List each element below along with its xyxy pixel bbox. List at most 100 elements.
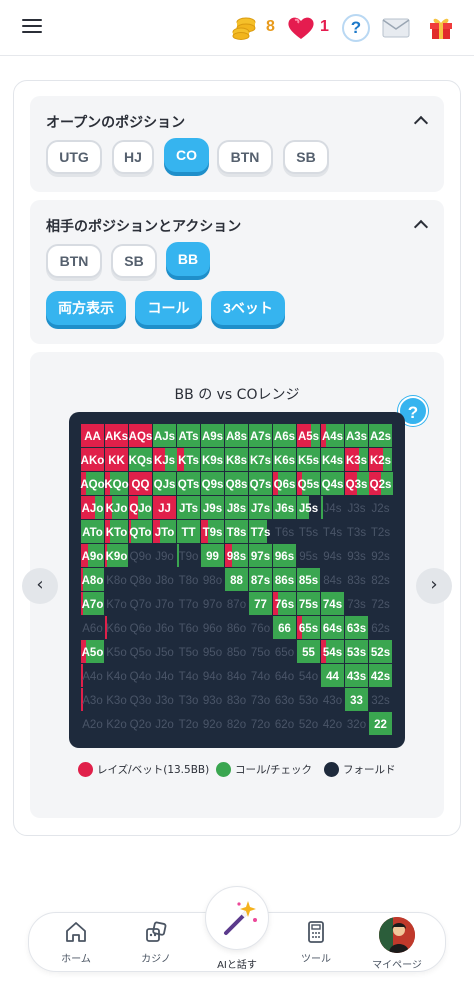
hand-cell-J8o[interactable]: J8o xyxy=(155,575,174,587)
call-button[interactable]: コール xyxy=(135,291,202,325)
hand-cell-T3s[interactable]: T3s xyxy=(347,527,366,539)
hand-cell-53s[interactable]: 53s xyxy=(345,640,368,663)
hand-cell-T6o[interactable]: T6o xyxy=(179,623,199,635)
hand-cell-94o[interactable]: 94o xyxy=(203,671,222,683)
hamburger-menu-icon[interactable] xyxy=(22,18,42,34)
hand-cell-T8s[interactable]: T8s xyxy=(225,520,248,543)
hand-cell-AQo[interactable]: AQo xyxy=(80,472,105,495)
hand-cell-J8s[interactable]: J8s xyxy=(225,496,248,519)
hand-cell-QQ[interactable]: QQ xyxy=(129,472,152,495)
position-hj-button[interactable]: HJ xyxy=(112,140,154,174)
hand-cell-K5s[interactable]: K5s xyxy=(297,448,320,471)
hand-cell-JTs[interactable]: JTs xyxy=(177,496,200,519)
hand-cell-A5s[interactable]: A5s xyxy=(297,424,320,447)
hand-cell-T9o[interactable]: T9o xyxy=(177,544,198,567)
hand-cell-98o[interactable]: 98o xyxy=(203,575,222,587)
opponent-sb-button[interactable]: SB xyxy=(111,244,157,278)
hand-cell-82s[interactable]: 82s xyxy=(371,575,390,587)
nav-mypage[interactable]: マイページ xyxy=(367,956,427,971)
hand-cell-73s[interactable]: 73s xyxy=(347,599,366,611)
hand-cell-72s[interactable]: 72s xyxy=(371,599,390,611)
hand-cell-Q8o[interactable]: Q8o xyxy=(130,575,152,587)
hand-cell-84s[interactable]: 84s xyxy=(323,575,342,587)
hand-cell-K8o[interactable]: K8o xyxy=(106,575,126,587)
hand-cell-Q7s[interactable]: Q7s xyxy=(249,472,272,495)
hand-cell-A9s[interactable]: A9s xyxy=(201,424,224,447)
hand-cell-55[interactable]: 55 xyxy=(297,640,320,663)
hand-cell-A8s[interactable]: A8s xyxy=(225,424,248,447)
hand-cell-86o[interactable]: 86o xyxy=(227,623,246,635)
hand-cell-K2o[interactable]: K2o xyxy=(106,719,126,731)
hand-cell-95o[interactable]: 95o xyxy=(203,647,222,659)
hand-cell-77[interactable]: 77 xyxy=(249,592,272,615)
hand-cell-Q2o[interactable]: Q2o xyxy=(130,719,152,731)
opponent-bb-button[interactable]: BB xyxy=(166,242,210,276)
hand-cell-K5o[interactable]: K5o xyxy=(106,647,126,659)
hand-cell-J5s[interactable]: J5s xyxy=(297,496,318,519)
three-bet-button[interactable]: 3ベット xyxy=(211,291,285,325)
hand-cell-J5o[interactable]: J5o xyxy=(155,647,174,659)
hand-cell-86s[interactable]: 86s xyxy=(273,568,296,591)
hand-cell-KK[interactable]: KK xyxy=(105,448,128,471)
hand-cell-88[interactable]: 88 xyxy=(225,568,248,591)
hand-cell-A4s[interactable]: A4s xyxy=(321,424,344,447)
hand-cell-53o[interactable]: 53o xyxy=(299,695,318,707)
hand-cell-87o[interactable]: 87o xyxy=(227,599,246,611)
hand-cell-99[interactable]: 99 xyxy=(201,544,224,567)
hand-cell-66[interactable]: 66 xyxy=(273,616,296,639)
hand-cell-T9s[interactable]: T9s xyxy=(201,520,224,543)
hand-cell-87s[interactable]: 87s xyxy=(249,568,272,591)
hand-cell-92s[interactable]: 92s xyxy=(371,551,390,563)
hand-cell-J9s[interactable]: J9s xyxy=(201,496,224,519)
hand-cell-62s[interactable]: 62s xyxy=(371,623,390,635)
hand-cell-J3s[interactable]: J3s xyxy=(348,503,366,515)
hand-cell-83s[interactable]: 83s xyxy=(347,575,366,587)
hand-cell-75o[interactable]: 75o xyxy=(251,647,270,659)
hand-cell-93s[interactable]: 93s xyxy=(347,551,366,563)
hand-cell-ATo[interactable]: ATo xyxy=(81,520,104,543)
hand-cell-Q4o[interactable]: Q4o xyxy=(130,671,152,683)
hand-cell-AA[interactable]: AA xyxy=(81,424,104,447)
hand-cell-Q3o[interactable]: Q3o xyxy=(130,695,152,707)
hand-cell-65s[interactable]: 65s xyxy=(297,616,320,639)
hand-cell-T7s[interactable]: T7s xyxy=(249,520,270,543)
hand-cell-K9s[interactable]: K9s xyxy=(201,448,224,471)
hand-cell-74s[interactable]: 74s xyxy=(321,592,344,615)
hand-cell-J2s[interactable]: J2s xyxy=(372,503,390,515)
hand-cell-T4s[interactable]: T4s xyxy=(323,527,342,539)
hand-cell-Q5s[interactable]: Q5s xyxy=(297,472,320,495)
hand-cell-22[interactable]: 22 xyxy=(369,712,392,735)
hand-cell-52s[interactable]: 52s xyxy=(369,640,392,663)
hand-cell-T3o[interactable]: T3o xyxy=(179,695,199,707)
prev-range-button[interactable]: ‹ xyxy=(22,568,58,604)
hand-cell-A6s[interactable]: A6s xyxy=(273,424,296,447)
hand-cell-K7s[interactable]: K7s xyxy=(249,448,272,471)
next-range-button[interactable]: › xyxy=(416,568,452,604)
hand-cell-K3s[interactable]: K3s xyxy=(345,448,368,471)
hand-cell-A7s[interactable]: A7s xyxy=(249,424,272,447)
hand-cell-Q6o[interactable]: Q6o xyxy=(130,623,152,635)
hand-cell-KTo[interactable]: KTo xyxy=(105,520,128,543)
hand-cell-T8o[interactable]: T8o xyxy=(179,575,199,587)
hand-cell-96o[interactable]: 96o xyxy=(203,623,222,635)
hand-cell-TT[interactable]: TT xyxy=(177,520,200,543)
hand-cell-T6s[interactable]: T6s xyxy=(275,527,294,539)
hand-cell-82o[interactable]: 82o xyxy=(227,719,246,731)
hand-cell-T5o[interactable]: T5o xyxy=(179,647,199,659)
hand-cell-33[interactable]: 33 xyxy=(345,688,368,711)
hand-cell-AKs[interactable]: AKs xyxy=(105,424,128,447)
hand-cell-J3o[interactable]: J3o xyxy=(155,695,174,707)
hand-cell-K4o[interactable]: K4o xyxy=(106,671,126,683)
hand-cell-74o[interactable]: 74o xyxy=(251,671,270,683)
hand-cell-95s[interactable]: 95s xyxy=(299,551,318,563)
hand-cell-72o[interactable]: 72o xyxy=(251,719,270,731)
hand-cell-92o[interactable]: 92o xyxy=(203,719,222,731)
hand-cell-85s[interactable]: 85s xyxy=(297,568,320,591)
hand-cell-62o[interactable]: 62o xyxy=(275,719,294,731)
hand-cell-73o[interactable]: 73o xyxy=(251,695,270,707)
hand-cell-ATs[interactable]: ATs xyxy=(177,424,200,447)
hand-cell-94s[interactable]: 94s xyxy=(323,551,342,563)
hand-cell-75s[interactable]: 75s xyxy=(297,592,320,615)
ai-chat-button[interactable] xyxy=(205,886,269,950)
hand-cell-Q4s[interactable]: Q4s xyxy=(321,472,344,495)
